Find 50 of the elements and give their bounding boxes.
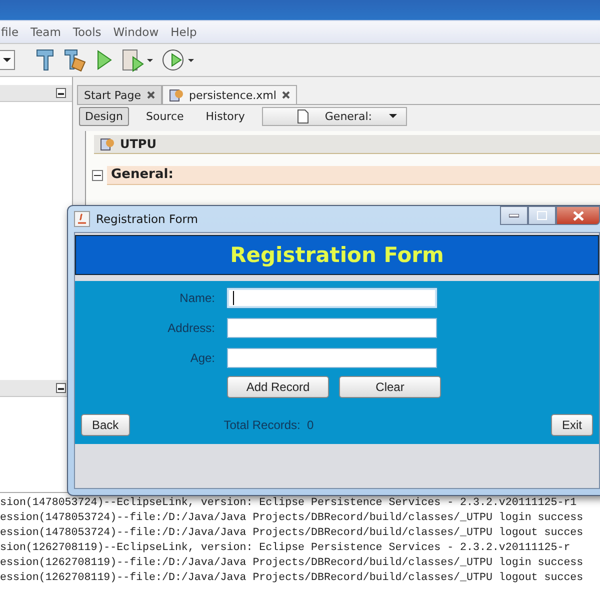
view-tab[interactable]: History <box>200 108 250 124</box>
close-icon[interactable] <box>282 91 290 99</box>
menu-item[interactable]: Team <box>30 25 62 39</box>
editor-tab[interactable]: persistence.xml <box>162 85 298 104</box>
form-heading: Registration Form <box>75 235 599 275</box>
menu-item[interactable]: file <box>0 25 20 39</box>
section-header: General: <box>107 166 600 185</box>
view-tab[interactable]: Source <box>140 108 189 124</box>
minimize-icon <box>509 214 519 218</box>
input-field[interactable] <box>227 348 437 368</box>
collapse-icon[interactable] <box>92 170 103 181</box>
input-field[interactable] <box>227 288 437 308</box>
log-line: ession(1262708119)--file:/D:/Java/Java Projects/DBRecord/build/classes/_UTPU login success <box>0 556 584 571</box>
run-icon[interactable] <box>95 49 113 71</box>
caret-icon <box>388 113 398 119</box>
close-icon[interactable] <box>147 91 155 99</box>
field-label: Address: <box>166 321 215 335</box>
maximize-icon <box>537 211 547 220</box>
section-dropdown[interactable]: General: <box>262 106 407 126</box>
log-line: ession(1478053724)--file:/D:/Java/Java Projects/DBRecord/build/classes/_UTPU logout succes <box>0 526 584 541</box>
form-button[interactable]: Clear <box>339 376 441 398</box>
exit-button[interactable]: Exit <box>550 414 593 436</box>
caret-icon <box>2 57 12 63</box>
document-icon <box>100 137 114 151</box>
field-label: Name: <box>178 291 215 305</box>
document-icon <box>296 108 309 124</box>
menu-item[interactable]: Window <box>112 25 160 39</box>
log-line: sion(1478053724)--EclipseLink, version: Eclipse Persistence Services - 2.3.2.v20111125-r1 <box>0 496 578 511</box>
document-icon <box>169 88 183 102</box>
log-line: ession(1478053724)--file:/D:/Java/Java Projects/DBRecord/build/classes/_UTPU login success <box>0 511 584 526</box>
menu-item[interactable]: Help <box>170 25 198 39</box>
window-title: Registration Form <box>96 212 198 226</box>
view-tab[interactable]: Design <box>79 106 129 126</box>
minimize-button[interactable] <box>500 206 528 225</box>
editor-tab[interactable]: Start Page <box>77 85 162 104</box>
close-button[interactable] <box>556 206 600 225</box>
minimize-icon[interactable] <box>56 88 66 98</box>
log-line: ession(1262708119)--file:/D:/Java/Java Projects/DBRecord/build/classes/_UTPU logout succes <box>0 571 584 586</box>
unit-name: UTPU <box>120 137 156 151</box>
field-label: Age: <box>189 351 215 365</box>
input-field[interactable] <box>227 318 437 338</box>
total-records: Total Records: 0 <box>224 418 314 432</box>
menu-item[interactable]: Tools <box>72 25 102 39</box>
minimize-icon[interactable] <box>56 383 66 393</box>
log-line: sion(1262708119)--EclipseLink, version: Eclipse Persistence Services - 2.3.2.v20111125-r <box>0 541 572 556</box>
form-button[interactable]: Add Record <box>227 376 329 398</box>
dropdown[interactable] <box>0 50 15 70</box>
maximize-button[interactable] <box>528 206 556 225</box>
back-button[interactable]: Back <box>81 414 130 436</box>
close-icon <box>572 210 584 220</box>
